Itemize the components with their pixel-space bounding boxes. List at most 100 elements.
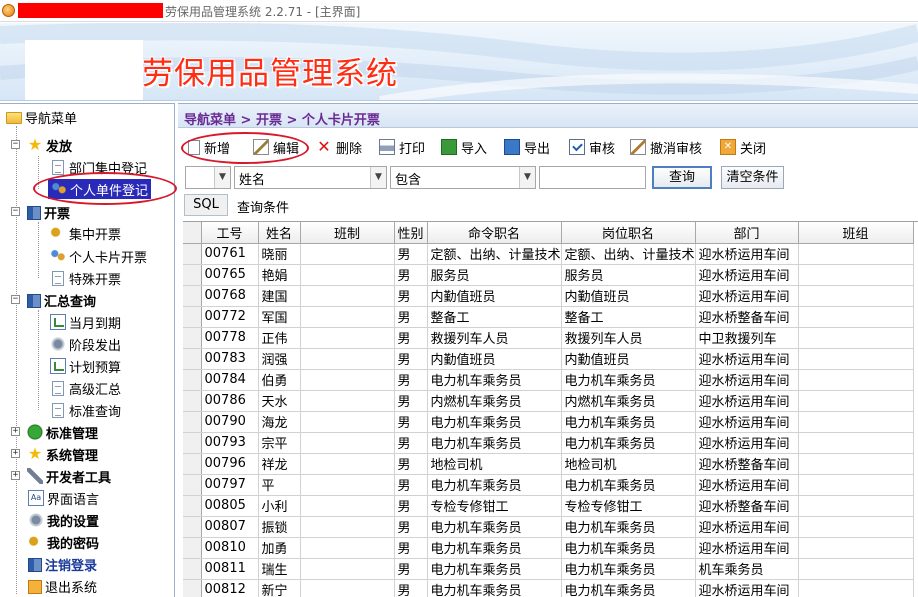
row-indicator[interactable]	[183, 558, 202, 580]
expand-toggle-biaozhun[interactable]: +	[11, 427, 20, 436]
column-header[interactable]: 姓名	[258, 222, 301, 244]
table-cell[interactable]: 00812	[201, 579, 259, 597]
row-indicator[interactable]	[183, 579, 202, 597]
table-cell[interactable]: 电力机车乘务员	[561, 432, 696, 454]
table-cell[interactable]: 迎水桥整备车间	[695, 495, 799, 517]
table-cell[interactable]	[300, 537, 395, 559]
collapse-toggle-kaipiao[interactable]: −	[11, 207, 20, 216]
table-cell[interactable]: 瑞生	[258, 558, 301, 580]
import-button[interactable]: 导入	[441, 136, 487, 158]
table-cell[interactable]: 迎水桥运用车间	[695, 474, 799, 496]
table-cell[interactable]: 电力机车乘务员	[561, 558, 696, 580]
table-row[interactable]: 00768 建国男内勤值班员 内勤值班员 迎水桥运用车间	[183, 285, 914, 307]
row-indicator[interactable]	[183, 432, 202, 454]
column-header[interactable]: 班制	[300, 222, 395, 244]
table-cell[interactable]: 男	[394, 516, 428, 538]
table-cell[interactable]: 祥龙	[258, 453, 301, 475]
table-cell[interactable]: 迎水桥运用车间	[695, 369, 799, 391]
table-cell[interactable]: 电力机车乘务员	[427, 537, 562, 559]
table-cell[interactable]	[798, 495, 914, 517]
table-cell[interactable]	[798, 411, 914, 433]
table-cell[interactable]: 电力机车乘务员	[561, 579, 696, 597]
table-cell[interactable]: 内勤值班员	[427, 285, 562, 307]
table-cell[interactable]: 中卫救援列车	[695, 327, 799, 349]
column-header[interactable]: 性别	[394, 222, 428, 244]
tree-group-huizong[interactable]: 汇总查询	[27, 289, 96, 311]
table-cell[interactable]: 加勇	[258, 537, 301, 559]
table-cell[interactable]: 00810	[201, 537, 259, 559]
table-cell[interactable]	[300, 369, 395, 391]
row-indicator[interactable]	[183, 411, 202, 433]
table-row[interactable]: 00778 正伟男救援列车人员 救援列车人员 中卫救援列车	[183, 327, 914, 349]
table-cell[interactable]	[300, 579, 395, 597]
table-row[interactable]: 00796 祥龙男地检司机 地检司机 迎水桥整备车间	[183, 453, 914, 475]
table-cell[interactable]: 整备工	[561, 306, 696, 328]
table-cell[interactable]: 迎水桥运用车间	[695, 432, 799, 454]
table-cell[interactable]	[300, 285, 395, 307]
table-cell[interactable]	[300, 495, 395, 517]
table-cell[interactable]	[798, 264, 914, 286]
row-indicator[interactable]	[183, 390, 202, 412]
unaudit-button[interactable]: 撤消审核	[630, 136, 702, 158]
table-cell[interactable]: 新宁	[258, 579, 301, 597]
audit-button[interactable]: 审核	[569, 136, 615, 158]
table-cell[interactable]: 电力机车乘务员	[561, 411, 696, 433]
table-cell[interactable]: 内燃机车乘务员	[427, 390, 562, 412]
table-cell[interactable]	[798, 306, 914, 328]
table-cell[interactable]: 专检专修钳工	[427, 495, 562, 517]
data-grid[interactable]: 工号 姓名 班制 性别 命令职名 岗位职名 部门 班组 00761 晓丽男定额、出纳、计量技术定…	[183, 221, 918, 597]
table-cell[interactable]: 男	[394, 474, 428, 496]
table-cell[interactable]: 平	[258, 474, 301, 496]
collapse-toggle-huizong[interactable]: −	[11, 295, 20, 304]
table-cell[interactable]: 男	[394, 348, 428, 370]
table-row[interactable]: 00790 海龙男电力机车乘务员 电力机车乘务员 迎水桥运用车间	[183, 411, 914, 433]
table-cell[interactable]: 润强	[258, 348, 301, 370]
table-cell[interactable]	[798, 348, 914, 370]
delete-button[interactable]: ✕ 删除	[316, 136, 362, 158]
table-cell[interactable]: 机车乘务员	[695, 558, 799, 580]
table-cell[interactable]: 建国	[258, 285, 301, 307]
table-cell[interactable]	[798, 390, 914, 412]
table-row[interactable]: 00772 军国男整备工 整备工 迎水桥整备车间	[183, 306, 914, 328]
row-indicator[interactable]	[183, 264, 202, 286]
table-row[interactable]: 00793 宗平男电力机车乘务员 电力机车乘务员 迎水桥运用车间	[183, 432, 914, 454]
collapse-toggle-fafang[interactable]: −	[11, 140, 20, 149]
table-cell[interactable]	[300, 306, 395, 328]
row-indicator[interactable]	[183, 243, 202, 265]
column-header[interactable]: 班组	[798, 222, 914, 244]
table-cell[interactable]: 迎水桥运用车间	[695, 285, 799, 307]
table-cell[interactable]	[300, 327, 395, 349]
table-cell[interactable]	[300, 453, 395, 475]
table-row[interactable]: 00765 艳娟男服务员 服务员 迎水桥运用车间	[183, 264, 914, 286]
table-cell[interactable]: 服务员	[561, 264, 696, 286]
table-cell[interactable]: 救援列车人员	[561, 327, 696, 349]
table-cell[interactable]: 男	[394, 495, 428, 517]
tree-item-exit[interactable]: 退出系统	[28, 575, 97, 597]
table-cell[interactable]: 00778	[201, 327, 259, 349]
expand-toggle-xitong[interactable]: +	[11, 449, 20, 458]
table-cell[interactable]: 迎水桥整备车间	[695, 306, 799, 328]
row-indicator[interactable]	[183, 285, 202, 307]
table-cell[interactable]: 晓丽	[258, 243, 301, 265]
table-cell[interactable]	[798, 474, 914, 496]
table-row[interactable]: 00783 润强男内勤值班员 内勤值班员 迎水桥运用车间	[183, 348, 914, 370]
table-cell[interactable]: 00797	[201, 474, 259, 496]
export-button[interactable]: 导出	[504, 136, 550, 158]
logic-select[interactable]: ▼	[185, 166, 231, 189]
tree-group-xitong[interactable]: ★ 系统管理	[27, 443, 98, 465]
table-cell[interactable]	[798, 516, 914, 538]
table-row[interactable]: 00784 伯勇男电力机车乘务员 电力机车乘务员 迎水桥运用车间	[183, 369, 914, 391]
table-cell[interactable]: 电力机车乘务员	[427, 474, 562, 496]
table-cell[interactable]: 男	[394, 369, 428, 391]
table-cell[interactable]: 迎水桥运用车间	[695, 243, 799, 265]
table-cell[interactable]	[300, 516, 395, 538]
clear-conditions-button[interactable]: 清空条件	[721, 166, 784, 189]
table-cell[interactable]: 迎水桥运用车间	[695, 390, 799, 412]
table-cell[interactable]: 电力机车乘务员	[427, 369, 562, 391]
query-button[interactable]: 查询	[652, 166, 712, 189]
row-indicator[interactable]	[183, 327, 202, 349]
row-indicator[interactable]	[183, 453, 202, 475]
table-cell[interactable]	[300, 264, 395, 286]
table-cell[interactable]: 迎水桥运用车间	[695, 579, 799, 597]
table-cell[interactable]: 定额、出纳、计量技术	[427, 243, 562, 265]
